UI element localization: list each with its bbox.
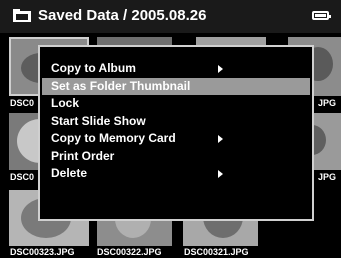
menu-item-print-order[interactable]: Print Order	[42, 148, 310, 165]
thumbnail-filename: JPG	[318, 98, 337, 108]
menu-item-start-slide-show[interactable]: Start Slide Show	[42, 113, 310, 130]
menu-item-label: Delete	[51, 166, 88, 180]
chevron-right-icon	[218, 170, 223, 178]
menu-item-delete[interactable]: Delete	[42, 165, 310, 182]
menu-item-label: Print Order	[51, 149, 115, 163]
menu-item-label: Set as Folder Thumbnail	[51, 79, 191, 93]
menu-item-label: Lock	[51, 96, 80, 110]
thumbnail-filename: DSC0	[10, 172, 35, 182]
thumbnail-filename: JPG	[318, 172, 337, 182]
menu-item-lock[interactable]: Lock	[42, 95, 310, 112]
title-bar: Saved Data / 2005.08.26	[0, 0, 341, 33]
chevron-right-icon	[218, 65, 223, 73]
thumbnail-filename: DSC00323.JPG	[10, 247, 75, 257]
chevron-right-icon	[218, 135, 223, 143]
menu-item-set-as-folder-thumbnail[interactable]: Set as Folder Thumbnail	[42, 78, 310, 95]
thumbnail-filename: DSC00322.JPG	[97, 247, 162, 257]
menu-item-copy-to-album[interactable]: Copy to Album	[42, 60, 310, 77]
thumbnail-filename: DSC0	[10, 98, 35, 108]
battery-icon	[312, 11, 331, 20]
folder-icon	[13, 9, 31, 22]
menu-item-label: Copy to Memory Card	[51, 131, 176, 145]
thumbnail-filename: DSC00321.JPG	[184, 247, 249, 257]
menu-item-copy-to-memory-card[interactable]: Copy to Memory Card	[42, 130, 310, 147]
menu-item-label: Start Slide Show	[51, 114, 146, 128]
context-menu: Copy to Album Set as Folder Thumbnail Lo…	[38, 45, 314, 221]
menu-item-label: Copy to Album	[51, 61, 136, 75]
page-title: Saved Data / 2005.08.26	[38, 7, 207, 24]
